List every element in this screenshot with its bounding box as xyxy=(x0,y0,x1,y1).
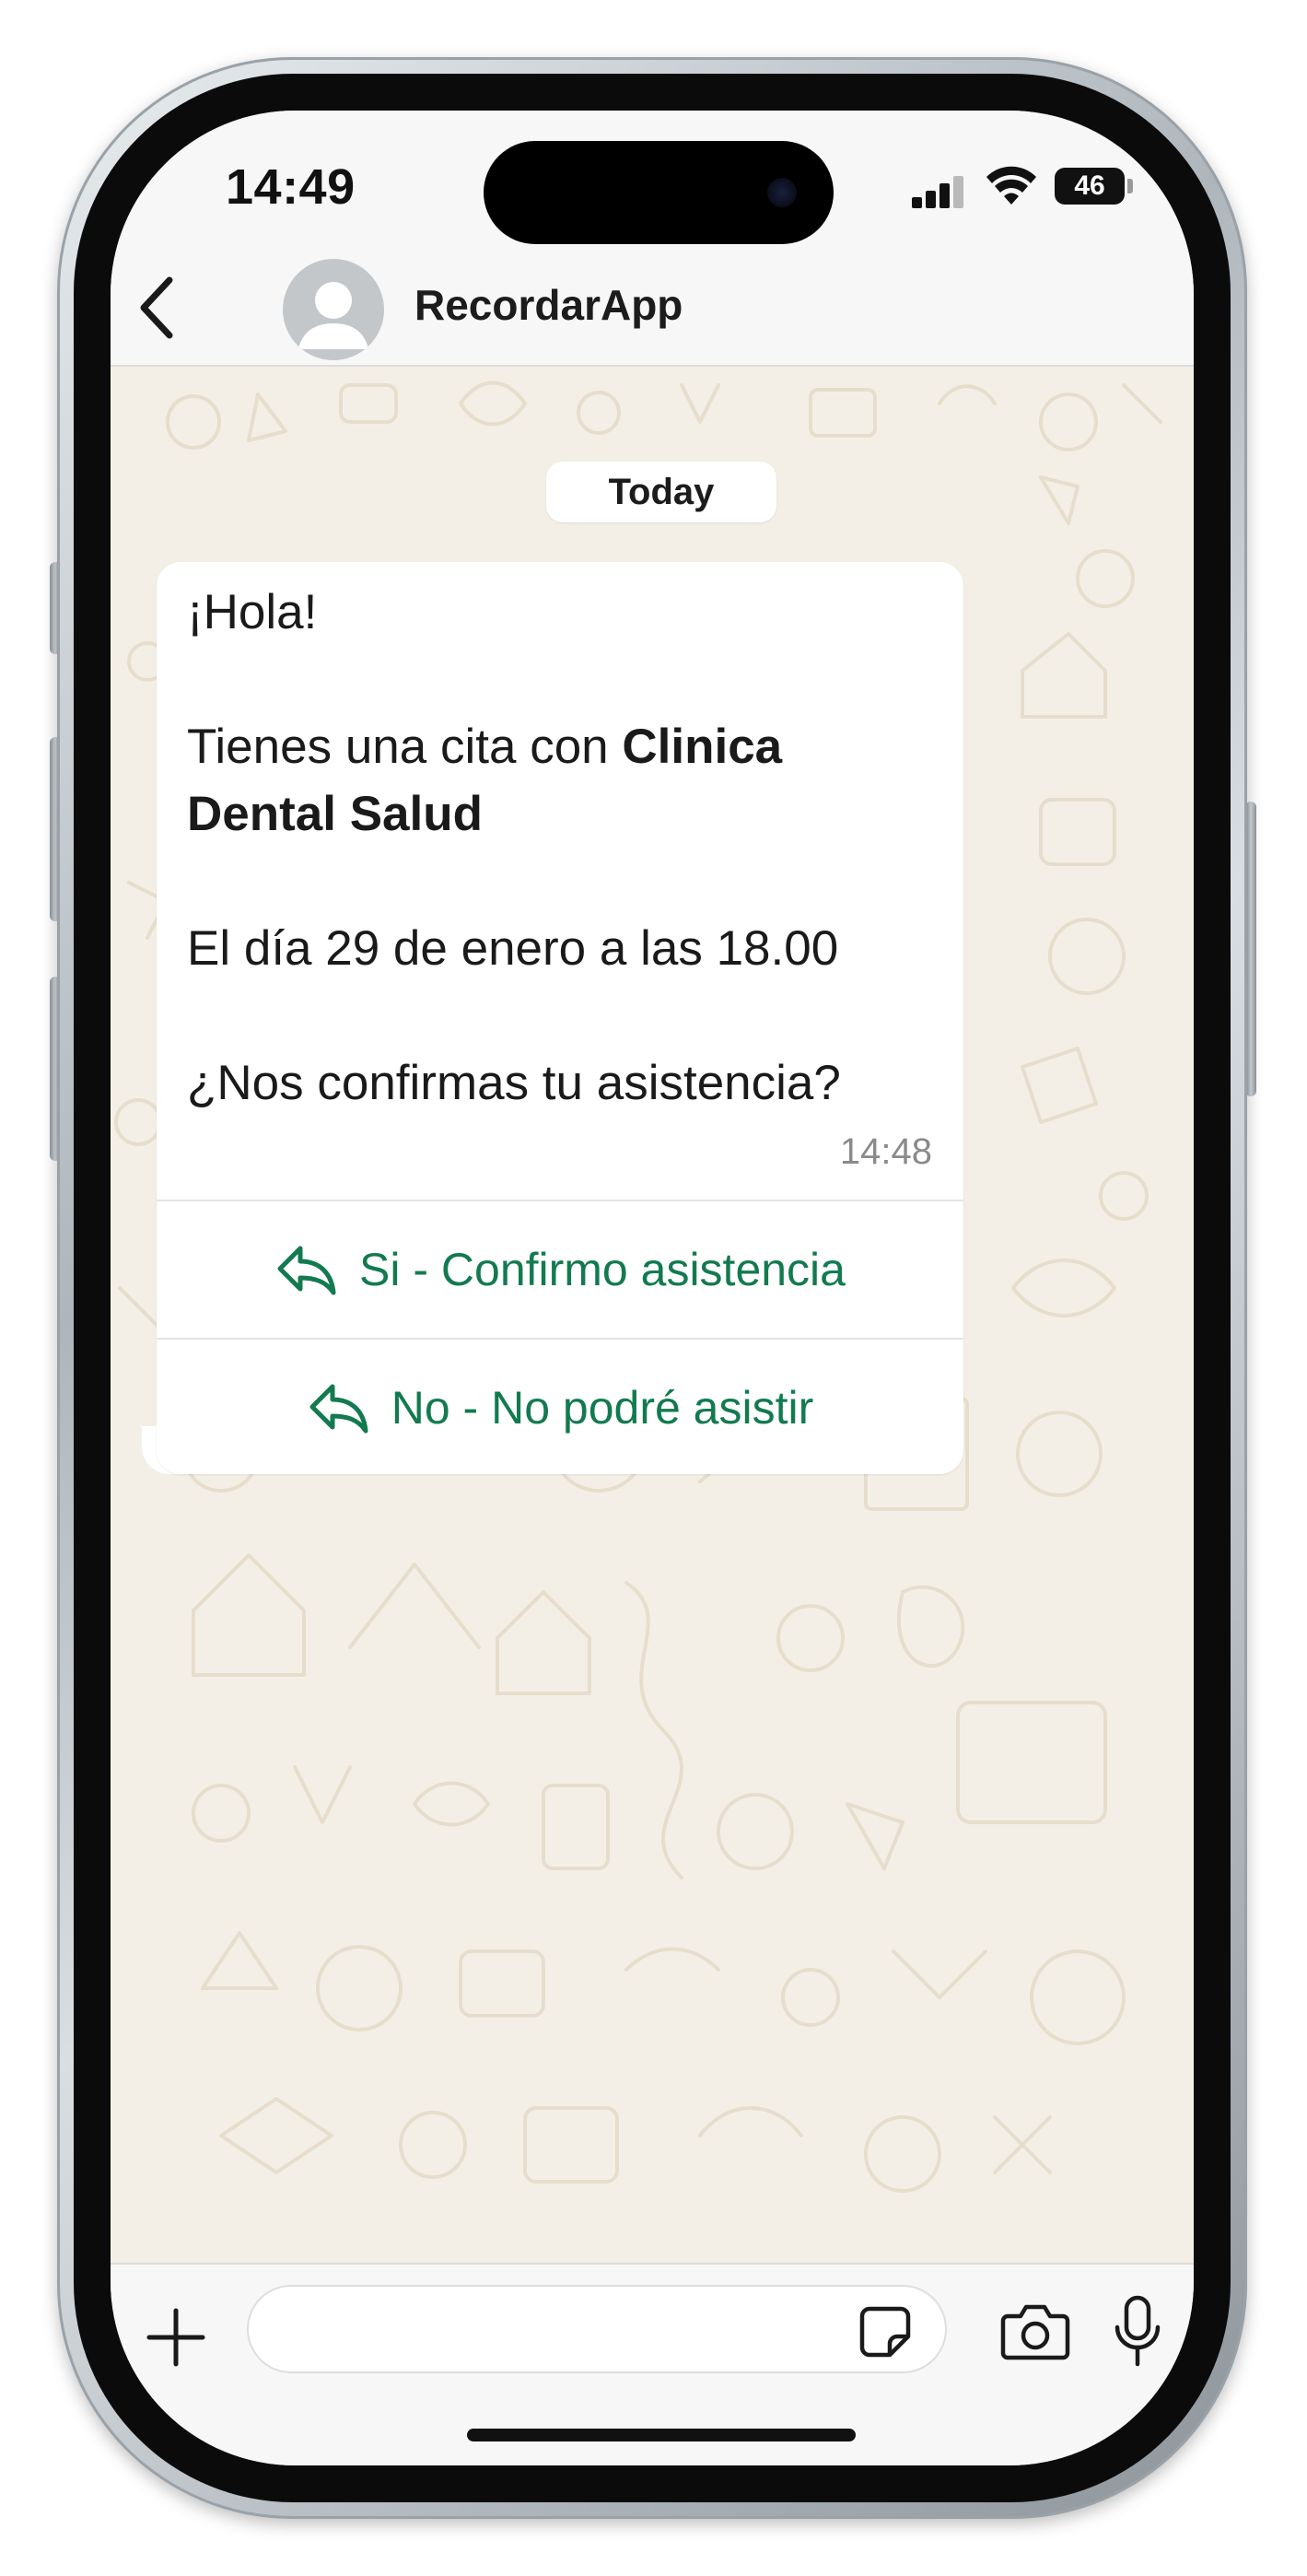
status-time: 14:49 xyxy=(226,159,356,215)
reply-arrow-icon xyxy=(309,1384,368,1434)
message-appointment-line: Tienes una cita con Clinica Dental Salud xyxy=(187,713,942,848)
avatar[interactable] xyxy=(283,259,384,360)
message-input[interactable] xyxy=(247,2285,947,2373)
home-indicator[interactable] xyxy=(467,2429,856,2441)
message-question: ¿Nos confirmas tu asistencia? xyxy=(187,1056,841,1110)
dynamic-island xyxy=(484,141,834,244)
quick-reply-confirm-button[interactable]: Si - Confirmo asistencia xyxy=(157,1201,963,1338)
quick-reply-confirm-label: Si - Confirmo asistencia xyxy=(359,1244,846,1295)
plus-icon[interactable] xyxy=(146,2307,206,2368)
status-bar: 14:49 46 xyxy=(111,111,1194,249)
quick-reply-decline-label: No - No podré asistir xyxy=(391,1382,814,1434)
chat-area: Today ¡Hola! Tienes una cita con Clinica… xyxy=(111,367,1194,2263)
microphone-icon[interactable] xyxy=(1113,2294,1162,2368)
message-date-line: El día 29 de enero a las 18.00 xyxy=(187,921,839,976)
chat-header: RecordarApp xyxy=(111,249,1194,367)
date-chip: Today xyxy=(546,462,776,522)
reply-arrow-icon xyxy=(277,1246,336,1295)
message-timestamp: 14:48 xyxy=(839,1131,932,1172)
message-prefix: Tienes una cita con xyxy=(187,720,623,774)
sticker-icon[interactable] xyxy=(858,2305,912,2359)
canvas: 14:49 46 RecordarApp Today ¡Hola! Tienes… xyxy=(0,0,1307,2576)
message-text: ¡Hola! Tienes una cita con Clinica Denta… xyxy=(187,579,942,1117)
wifi-icon xyxy=(986,166,1036,205)
message-input-bar xyxy=(111,2263,1194,2465)
front-camera-icon xyxy=(767,178,797,207)
phone-screen: 14:49 46 RecordarApp Today ¡Hola! Tienes… xyxy=(111,111,1194,2465)
person-avatar-icon xyxy=(298,282,368,349)
battery-tip xyxy=(1127,179,1133,193)
message-bubble: ¡Hola! Tienes una cita con Clinica Denta… xyxy=(157,562,963,1474)
message-greeting: ¡Hola! xyxy=(187,585,318,639)
camera-icon[interactable] xyxy=(1000,2303,1070,2360)
quick-reply-decline-button[interactable]: No - No podré asistir xyxy=(157,1340,963,1476)
battery-icon: 46 xyxy=(1055,168,1125,205)
chevron-left-icon[interactable] xyxy=(127,271,192,345)
contact-name[interactable]: RecordarApp xyxy=(414,280,683,330)
cellular-signal-icon xyxy=(912,175,967,208)
